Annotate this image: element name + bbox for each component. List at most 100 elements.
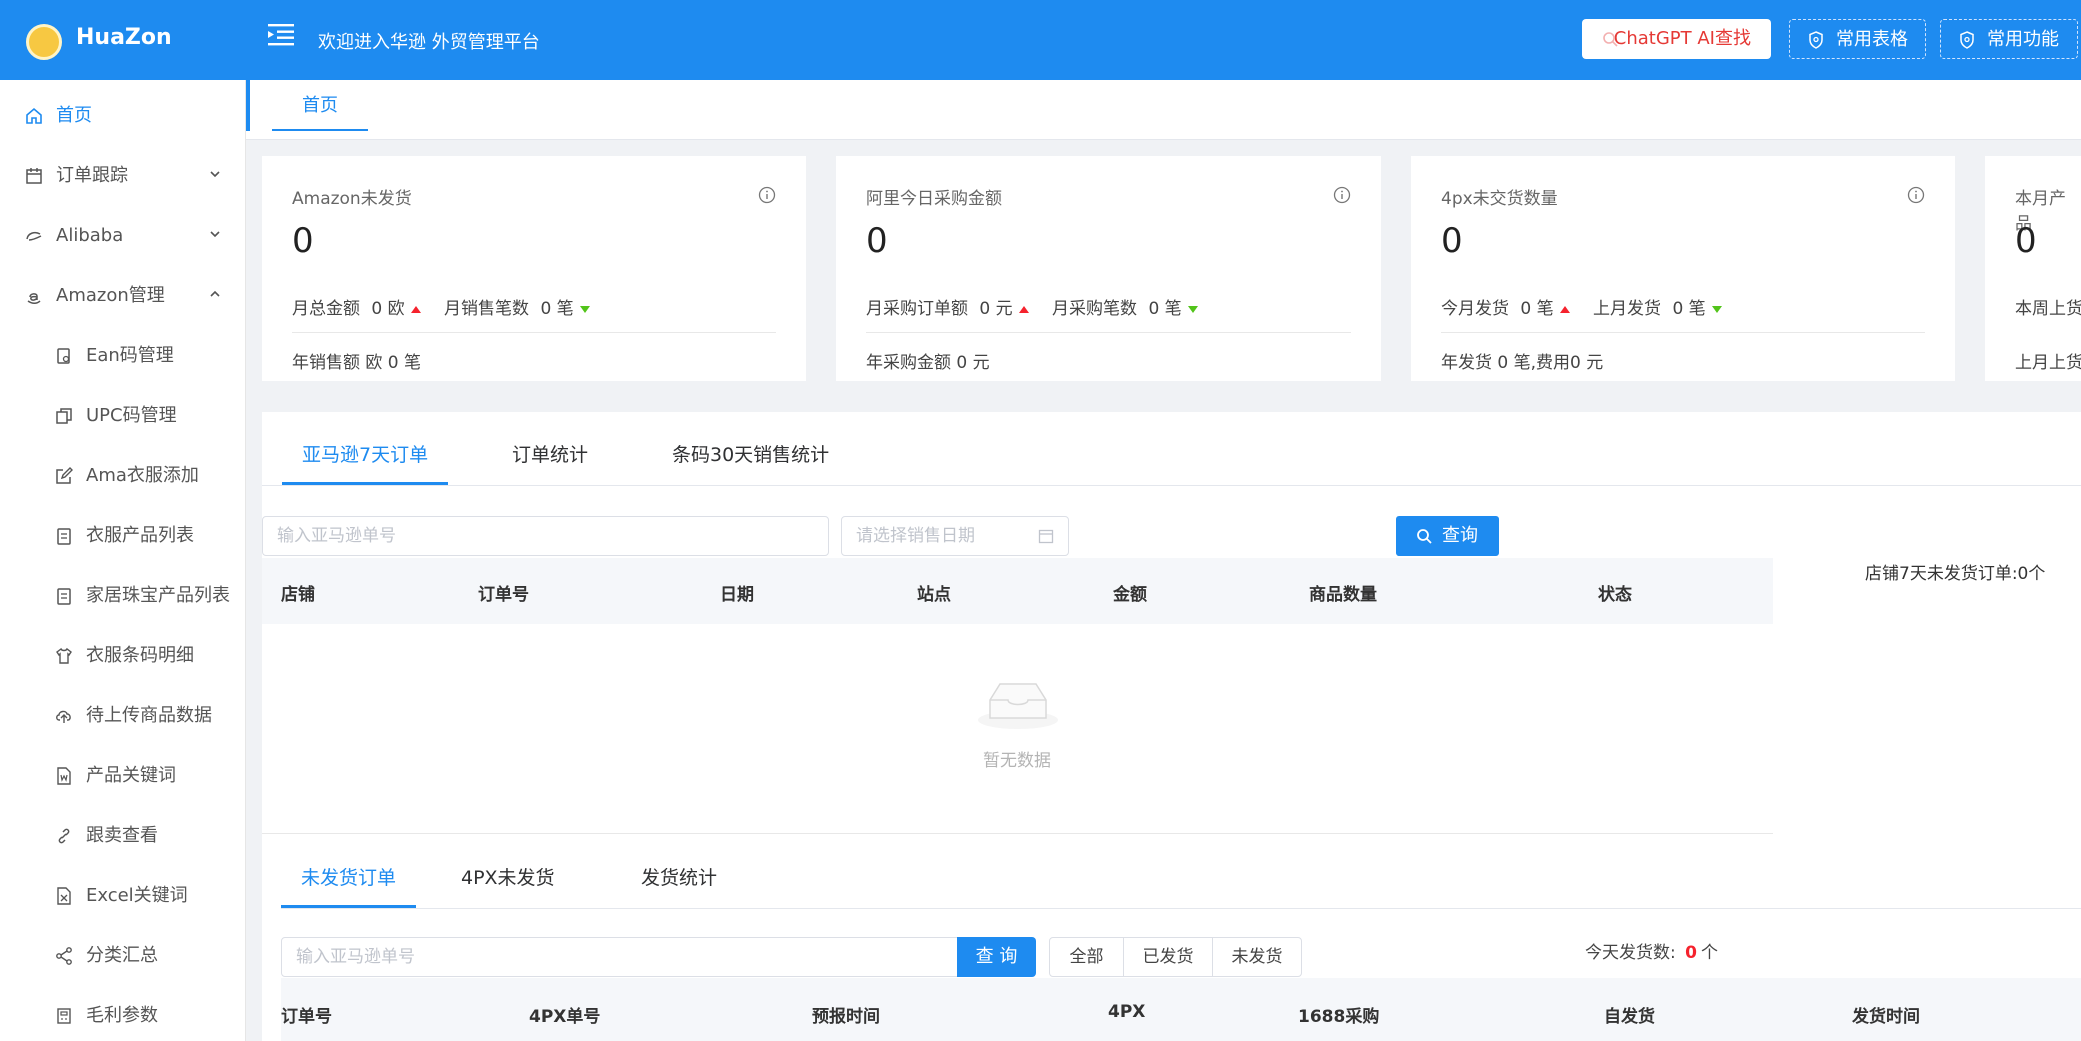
sidebar: 首页 订单跟踪 Alibaba Amazon管理 Ean码管理 UPC码管理 A… [0,80,246,1041]
empty-inbox-icon [978,683,1058,729]
card-footer: 年销售额 欧 0 笔 [292,353,422,373]
chevron-down-icon [210,171,220,178]
menu-collapse-icon[interactable] [268,22,294,46]
excel-file-icon [57,887,71,905]
column-header: 预报时间 [812,1007,880,1027]
sidebar-item-label: Ama衣服添加 [86,465,199,486]
metric-label: 月总金额 [292,299,360,319]
store-unshipped-info: 店铺7天未发货订单:0个 [1865,564,2046,584]
search-icon [1603,32,1618,47]
sidebar-item-amazon[interactable]: Amazon管理 [0,266,245,326]
common-functions-label: 常用功能 [1987,29,2059,50]
stat-card-ali-purchase: 阿里今日采购金额 0 月采购订单额 0 元 月采购笔数 0 笔 年采购金额 0 … [836,156,1381,381]
metric-value: 0 欧 [371,299,405,319]
calendar-icon [26,168,42,184]
stat-card-4px-undelivered: 4px未交货数量 0 今月发货 0 笔 上月发货 0 笔 年发货 0 笔,费用0… [1411,156,1955,381]
common-functions-button[interactable]: 常用功能 [1940,19,2078,59]
common-tables-button[interactable]: 常用表格 [1789,19,1926,59]
sidebar-item-ama-clothes-add[interactable]: Ama衣服添加 [0,446,245,506]
tab-amazon-7day-orders[interactable]: 亚马逊7天订单 [282,440,449,485]
card-value: 0 [2015,221,2037,261]
stat-card-monthly-products: 本月产品 0 本周上货 上月上货 [1985,156,2081,381]
card-value: 0 [292,221,314,261]
sidebar-item-label: Alibaba [56,225,124,246]
sidebar-item-gross-profit[interactable]: 毛利参数 [0,986,245,1041]
tab-shipping-stats[interactable]: 发货统计 [641,863,717,890]
sidebar-item-order-tracking[interactable]: 订单跟踪 [0,146,245,206]
column-header: 金额 [1113,585,1147,605]
metric-value: 0 笔 [1520,299,1554,319]
sidebar-item-upc[interactable]: UPC码管理 [0,386,245,446]
info-icon[interactable] [758,186,776,204]
column-header: 自发货 [1604,1007,1655,1027]
sidebar-item-label: 衣服条码明细 [86,645,194,666]
sidebar-item-follow-sell[interactable]: 跟卖查看 [0,806,245,866]
amazon-order-input[interactable]: 输入亚马逊单号 [262,516,829,556]
sidebar-item-label: 订单跟踪 [56,165,128,186]
sales-date-picker[interactable]: 请选择销售日期 [841,516,1069,556]
column-header: 4PX [1108,1002,1146,1022]
sidebar-item-label: 产品关键词 [86,765,176,786]
upload-icon [56,710,71,723]
card-footer: 年发货 0 笔,费用0 元 [1441,353,1604,373]
tab-order-stats[interactable]: 订单统计 [512,440,588,467]
sidebar-item-home-jewelry-list[interactable]: 家居珠宝产品列表 [0,566,245,626]
sidebar-item-product-keywords[interactable]: 产品关键词 [0,746,245,806]
calculator-icon [57,1008,71,1024]
chatgpt-search-button[interactable]: ChatGPT AI查找 [1582,19,1771,59]
card-footer: 年采购金额 0 元 [866,353,990,373]
sidebar-item-label: Amazon管理 [56,285,165,306]
chatgpt-button-label: ChatGPT AI查找 [1613,28,1751,49]
sidebar-item-label: UPC码管理 [86,405,177,426]
column-header: 日期 [720,585,754,605]
chevron-up-icon [210,290,220,297]
home-icon [26,107,42,124]
sidebar-item-ean[interactable]: Ean码管理 [0,326,245,386]
card-title: 阿里今日采购金额 [866,189,1002,209]
card-metric-label: 本周上货 [2015,299,2081,319]
sidebar-item-label: 跟卖查看 [86,825,158,846]
sidebar-item-excel-keywords[interactable]: Excel关键词 [0,866,245,926]
metric-value: 0 笔 [1148,299,1182,319]
shipping-order-input[interactable]: 输入亚马逊单号 [281,937,961,977]
column-header: 商品数量 [1309,585,1377,605]
sidebar-item-label: 毛利参数 [86,1005,158,1026]
shipping-query-button[interactable]: 查 询 [957,937,1036,977]
tab-4px-unshipped[interactable]: 4PX未发货 [461,863,555,890]
metric-label: 今月发货 [1441,299,1509,319]
sidebar-item-clothes-barcode[interactable]: 衣服条码明细 [0,626,245,686]
trend-down-icon [1711,305,1722,313]
sidebar-item-pending-upload[interactable]: 待上传商品数据 [0,686,245,746]
trend-up-icon [1559,305,1570,313]
query-button[interactable]: 查询 [1396,516,1499,556]
document-icon [57,348,70,364]
orders-table-header: 店铺 订单号 日期 站点 金额 商品数量 状态 [262,558,1773,624]
tab-barcode-30day-sales[interactable]: 条码30天销售统计 [672,440,829,467]
sidebar-item-alibaba[interactable]: Alibaba [0,206,245,266]
metric-label: 上月发货 [1593,299,1662,319]
top-bar: HuaZon 欢迎进入华逊 外贸管理平台 ChatGPT AI查找 常用表格 常… [0,0,2081,80]
filter-unshipped-button[interactable]: 未发货 [1212,937,1302,977]
tab-unshipped-orders[interactable]: 未发货订单 [281,863,417,908]
tag-home[interactable]: 首页 [272,80,368,131]
tags-view-bar: 首页 [246,80,2081,140]
calendar-icon [1038,529,1054,544]
clipboard-icon [57,528,71,545]
sidebar-item-category-summary[interactable]: 分类汇总 [0,926,245,986]
today-shipped-unit: 个 [1700,943,1718,963]
sidebar-item-clothes-list[interactable]: 衣服产品列表 [0,506,245,566]
filter-shipped-button[interactable]: 已发货 [1123,937,1213,977]
column-header: 发货时间 [1852,1007,1920,1027]
divider [292,332,776,333]
info-icon[interactable] [1333,186,1351,204]
today-shipped-count: 今天发货数: 0个 [1585,938,1718,963]
column-header: 店铺 [281,585,315,605]
sidebar-item-home[interactable]: 首页 [0,86,245,146]
info-icon[interactable] [1907,186,1925,204]
word-file-icon [57,767,71,785]
edit-icon [56,467,73,484]
card-title: 4px未交货数量 [1441,189,1558,209]
metric-value: 0 元 [979,299,1013,319]
filter-all-button[interactable]: 全部 [1049,937,1124,977]
sidebar-item-label: 首页 [56,105,92,126]
